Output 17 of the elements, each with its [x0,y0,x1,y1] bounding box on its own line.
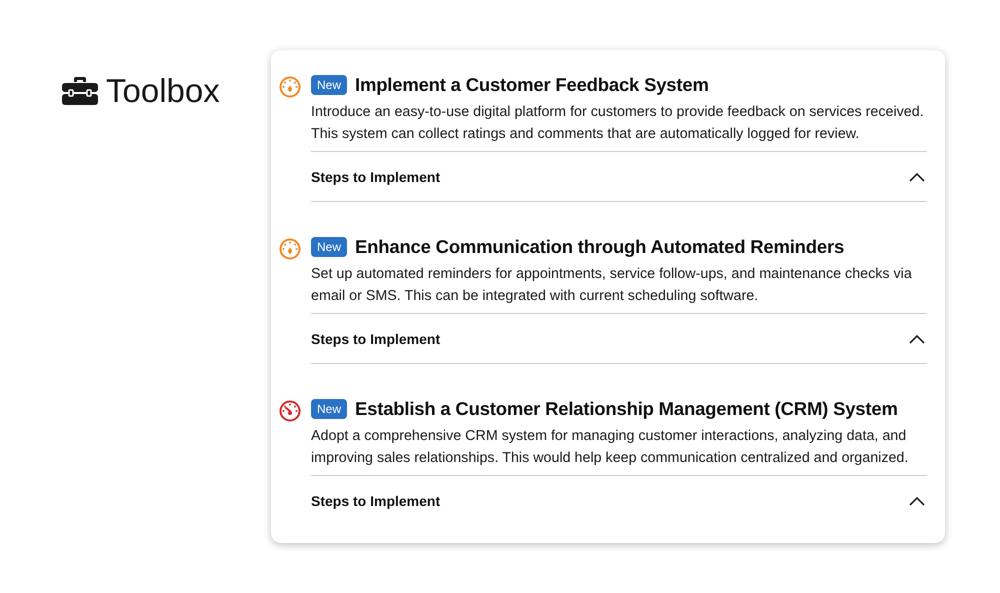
steps-accordion[interactable]: Steps to Implement [311,475,927,525]
app-title: Toolbox [106,72,220,110]
item-title: Implement a Customer Feedback System [355,74,709,96]
item-title: Enhance Communication through Automated Reminders [355,236,844,258]
item-title: Establish a Customer Relationship Management (CRM) System [355,398,898,420]
chevron-up-icon [909,172,925,182]
new-badge: New [311,75,348,95]
item-description: Set up automated reminders for appointments, service follow-ups, and maintenance checks via email or SMS. This can be integrated with current scheduling software. [311,265,913,306]
item-description: Introduce an easy-to-use digital platform for customers to provide feedback on services received. This system can collect ratings and comments that are automatically logged for review. [311,103,925,144]
new-badge: New [311,237,348,257]
chevron-up-icon [909,334,925,344]
chevron-up-icon [909,496,925,506]
toolbox-icon [62,76,98,106]
steps-accordion[interactable]: Steps to Implement [311,151,927,202]
new-badge: New [311,399,348,419]
steps-accordion[interactable]: Steps to Implement [311,313,927,364]
item-description: Adopt a comprehensive CRM system for managing customer interactions, analyzing data, and improving sales relationships. This would help keep communication centralized and organized. [311,427,910,468]
